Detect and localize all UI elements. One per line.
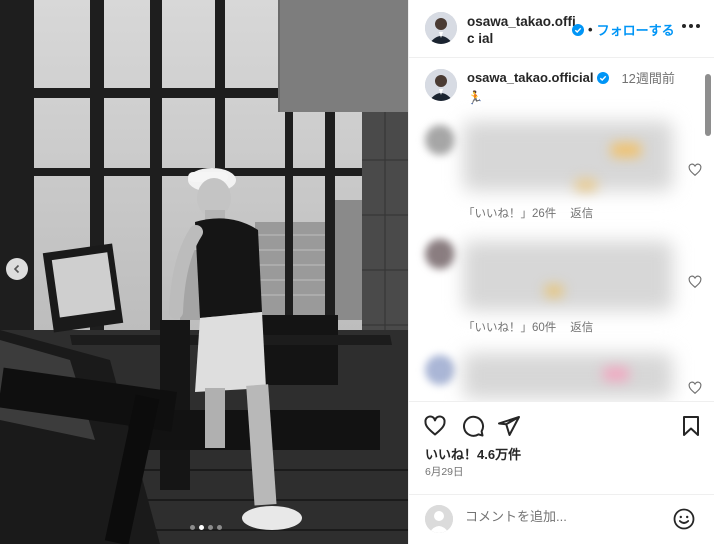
carousel-dot[interactable]: [190, 525, 195, 530]
comments-list[interactable]: osawa_takao.official 12週間前 🏃 「いいね！」26件 返: [409, 59, 714, 401]
carousel-prev-button[interactable]: [6, 258, 28, 280]
blurred-comment-text: [463, 353, 673, 399]
caption: osawa_takao.official 12週間前 🏃: [425, 69, 675, 106]
avatar[interactable]: [425, 125, 455, 155]
avatar[interactable]: [425, 12, 457, 44]
verified-badge-icon: [597, 71, 610, 84]
comments-scrollbar[interactable]: [704, 66, 712, 398]
caption-timestamp[interactable]: 12週間前: [621, 68, 674, 87]
list-item: 「いいね！」60件 返信: [425, 237, 702, 337]
reply-button[interactable]: 返信: [570, 205, 593, 221]
smile-icon[interactable]: [672, 507, 696, 531]
avatar[interactable]: [425, 355, 455, 385]
comment-icon[interactable]: [461, 414, 485, 438]
blurred-emoji: [575, 179, 597, 191]
profile-avatar-icon: [425, 12, 457, 44]
list-item: 「いいね！」26件 返信: [425, 121, 702, 221]
list-item: [425, 351, 702, 401]
blurred-comment-text: [463, 241, 673, 311]
scrollbar-thumb[interactable]: [705, 74, 711, 136]
caption-username[interactable]: osawa_takao.official: [467, 70, 593, 85]
carousel-dot-active[interactable]: [199, 525, 204, 530]
blurred-emoji: [603, 367, 629, 381]
profile-avatar-icon: [425, 69, 457, 101]
blurred-comment-text: [463, 121, 673, 191]
carousel-dot[interactable]: [208, 525, 213, 530]
chevron-left-icon: [13, 264, 20, 274]
reply-button[interactable]: 返信: [570, 319, 593, 335]
post-side-panel: osawa_takao.offic ial • フォローする osawa_tak…: [408, 0, 714, 544]
follow-button[interactable]: フォローする: [597, 20, 675, 39]
comment-meta: 「いいね！」60件 返信: [463, 319, 593, 335]
header-username[interactable]: osawa_takao.offic ial: [467, 13, 579, 47]
blurred-emoji: [611, 143, 641, 157]
heart-icon[interactable]: [423, 414, 447, 438]
comment-like-heart-icon[interactable]: [688, 163, 702, 177]
post-date[interactable]: 6月29日: [425, 464, 464, 479]
caption-text: 🏃: [467, 90, 484, 105]
avatar[interactable]: [425, 69, 457, 101]
post-photo[interactable]: [0, 0, 408, 544]
more-options-icon[interactable]: [680, 18, 702, 34]
post-header: osawa_takao.offic ial • フォローする: [409, 0, 714, 58]
follow-row: • フォローする: [572, 20, 675, 39]
send-icon[interactable]: [497, 414, 521, 438]
comment-like-heart-icon[interactable]: [688, 381, 702, 395]
comment-like-heart-icon[interactable]: [688, 275, 702, 289]
comment-likes-count[interactable]: 「いいね！」60件: [463, 319, 556, 335]
separator-dot: •: [588, 22, 593, 37]
carousel-dots: [190, 525, 222, 530]
comment-input[interactable]: [465, 509, 665, 524]
avatar[interactable]: [425, 239, 455, 269]
blurred-emoji: [545, 285, 563, 297]
carousel-dot[interactable]: [217, 525, 222, 530]
bookmark-icon[interactable]: [679, 414, 703, 438]
treadmill-gym-photo: [0, 0, 408, 544]
avatar: [425, 505, 453, 533]
default-user-icon: [425, 505, 453, 533]
comment-likes-count[interactable]: 「いいね！」26件: [463, 205, 556, 221]
verified-badge-icon: [572, 23, 584, 36]
action-bar: [409, 401, 714, 439]
comment-composer: [409, 494, 714, 544]
comment-meta: 「いいね！」26件 返信: [463, 205, 593, 221]
likes-count[interactable]: いいね！4.6万件: [425, 444, 521, 463]
